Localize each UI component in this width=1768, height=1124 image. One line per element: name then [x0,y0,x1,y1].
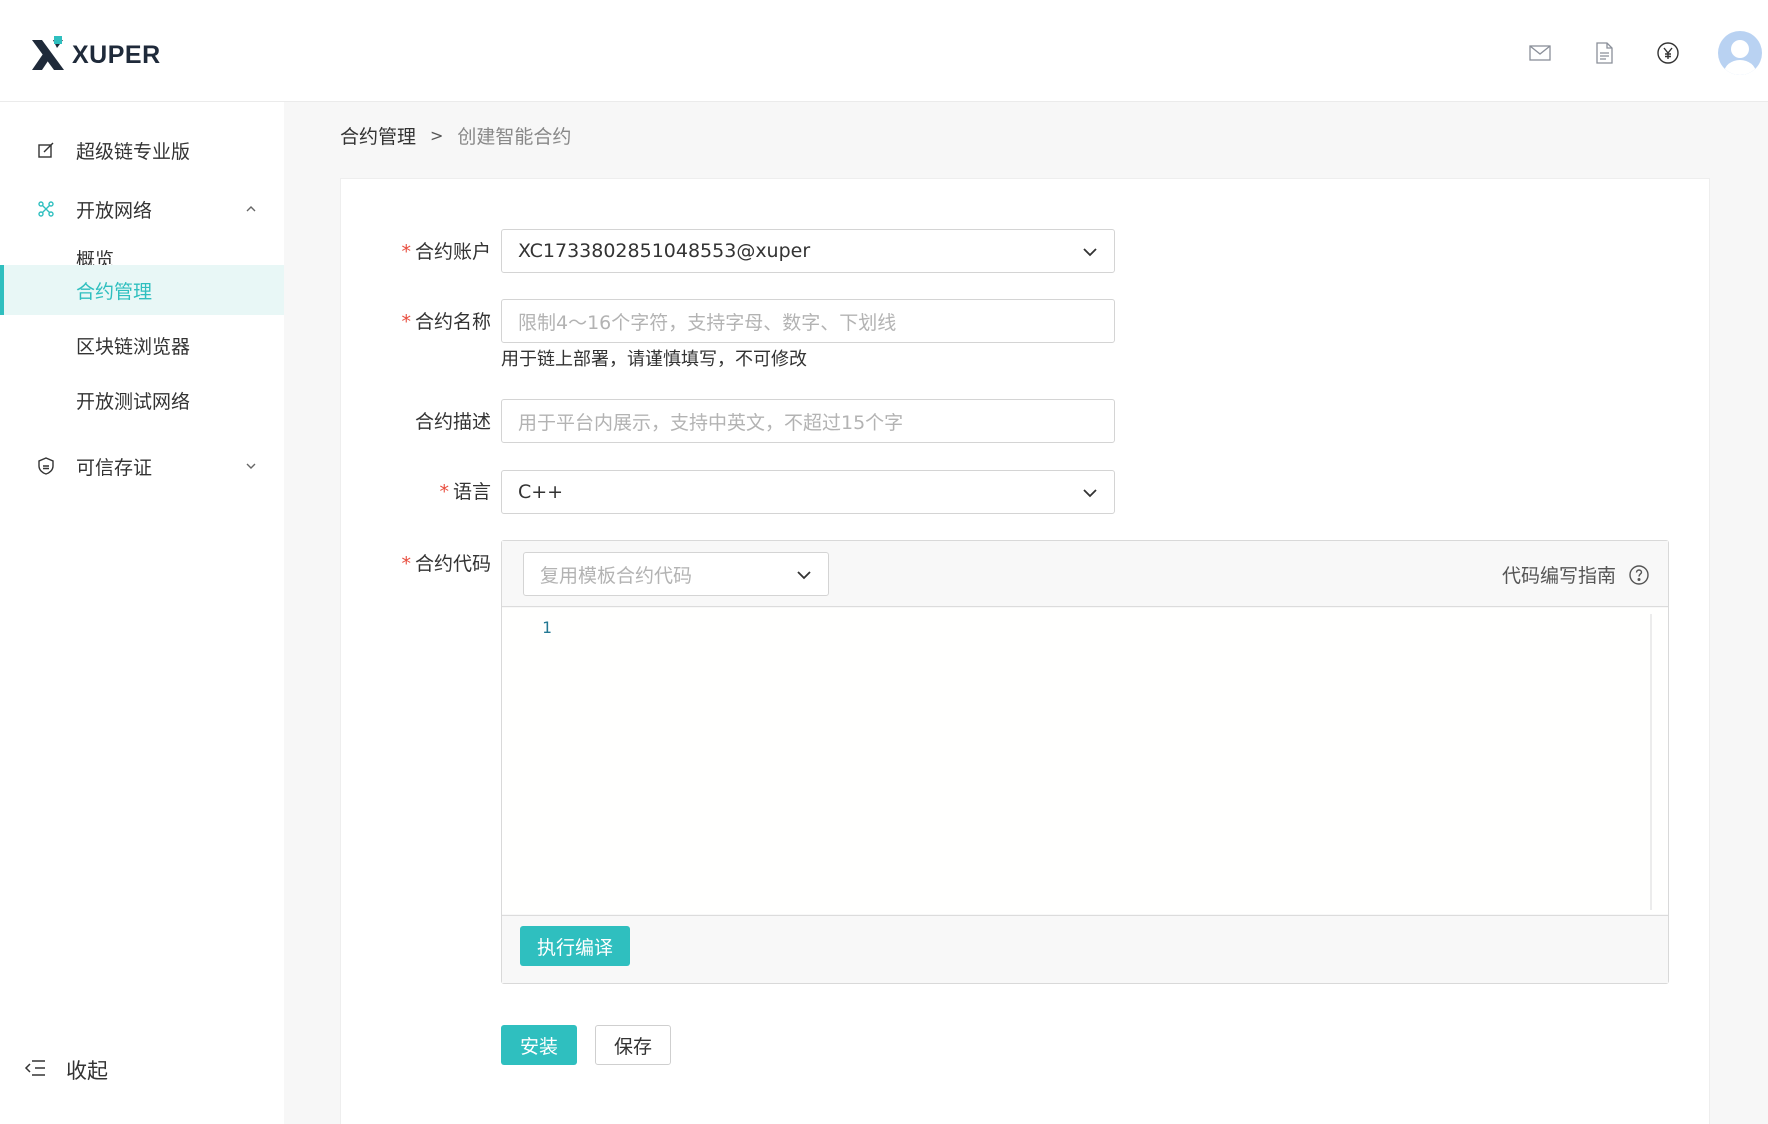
document-icon[interactable] [1590,39,1618,67]
edit-square-icon [36,140,56,160]
breadcrumb-current: 创建智能合约 [457,126,572,148]
chevron-down-icon [1080,483,1100,503]
help-circle-icon [1628,564,1650,586]
contract-name-hint: 用于链上部署，请谨慎填写，不可修改 [501,349,807,370]
required-mark: * [401,241,411,263]
compile-button[interactable]: 执行编译 [520,926,630,966]
collapse-label: 收起 [66,1059,108,1083]
sidebar: 超级链专业版 开放网络 概览 合约管理 区块链浏览器 开放测试网络 可信存证 收… [0,102,284,1124]
sidebar-item-trusted-evidence[interactable]: 可信存证 [0,438,284,494]
account-label-row: * 合约账户 [401,237,491,264]
xuper-logo[interactable]: XUPER [30,36,161,74]
chevron-down-icon [794,565,814,585]
sidebar-item-label: 区块链浏览器 [76,335,191,358]
logo-text: XUPER [72,40,161,69]
top-bar: XUPER [0,0,1768,102]
code-guide-link[interactable]: 代码编写指南 [1502,561,1650,588]
line-number: 1 [542,618,552,637]
yen-icon[interactable] [1654,39,1682,67]
sidebar-item-label: 可信存证 [76,456,153,479]
network-icon [36,199,56,219]
sidebar-item-label: 开放测试网络 [76,390,191,413]
user-avatar[interactable] [1718,31,1762,75]
code-label: 合约代码 [414,553,491,575]
template-select[interactable]: 复用模板合约代码 [523,552,829,596]
sidebar-item-label: 开放网络 [76,199,153,222]
xuper-logo-mark [32,36,64,70]
contract-name-placeholder: 限制4～16个字符，支持字母、数字、下划线 [518,311,897,334]
code-editor[interactable]: 1 [502,608,1668,914]
code-toolbar: 复用模板合约代码 代码编写指南 [502,541,1668,607]
contract-name-input[interactable]: 限制4～16个字符，支持字母、数字、下划线 [501,299,1115,343]
sidebar-item-block-explorer[interactable]: 区块链浏览器 [0,320,284,370]
sidebar-item-contract-management[interactable]: 合约管理 [0,265,284,315]
description-label-row: 合约描述 [415,407,491,434]
install-button[interactable]: 安装 [501,1025,577,1065]
breadcrumb-separator: > [430,126,444,145]
required-mark: * [439,481,449,503]
account-select[interactable]: XC1733802851048553@xuper [501,229,1115,273]
sidebar-item-xuperchain-pro[interactable]: 超级链专业版 [0,122,284,178]
code-editor-panel: 复用模板合约代码 代码编写指南 1 执行编译 [501,540,1669,984]
language-select[interactable]: C++ [501,470,1115,514]
main-content: 合约管理 > 创建智能合约 * 合约账户 XC1733802851048553@x… [284,102,1768,1124]
description-label: 合约描述 [414,411,491,433]
language-label-row: * 语言 [439,477,491,504]
code-guide-label: 代码编写指南 [1501,565,1616,587]
contract-description-placeholder: 用于平台内展示，支持中英文，不超过15个字 [518,411,904,434]
sidebar-item-label: 超级链专业版 [76,140,191,163]
language-value: C++ [518,481,564,503]
contract-description-input[interactable]: 用于平台内展示，支持中英文，不超过15个字 [501,399,1115,443]
code-footer: 执行编译 [502,915,1668,983]
sidebar-item-open-testnet[interactable]: 开放测试网络 [0,375,284,425]
sidebar-collapse-button[interactable]: 收起 [24,1040,108,1100]
chevron-down-icon [1080,242,1100,262]
save-button[interactable]: 保存 [595,1025,671,1065]
account-value: XC1733802851048553@xuper [518,240,811,262]
mail-icon[interactable] [1526,39,1554,67]
name-label-row: * 合约名称 [401,307,491,334]
collapse-menu-icon [24,1058,46,1083]
chevron-up-icon [244,202,258,216]
top-icon-bar [1526,28,1768,78]
chevron-down-icon [244,459,258,473]
required-mark: * [401,311,411,333]
language-label: 语言 [452,481,491,503]
sidebar-item-open-network[interactable]: 开放网络 [0,181,284,237]
shield-icon [36,456,56,476]
sidebar-item-label: 合约管理 [76,280,153,303]
name-label: 合约名称 [414,311,491,333]
editor-scrollbar[interactable] [1650,614,1652,910]
breadcrumb: 合约管理 > 创建智能合约 [340,122,571,149]
required-mark: * [401,553,411,575]
breadcrumb-parent-link[interactable]: 合约管理 [340,122,416,149]
code-label-row: * 合约代码 [401,549,491,576]
create-contract-form: * 合约账户 XC1733802851048553@xuper * 合约名称 限制4… [340,178,1710,1124]
template-select-placeholder: 复用模板合约代码 [540,564,693,587]
account-label: 合约账户 [414,241,491,263]
